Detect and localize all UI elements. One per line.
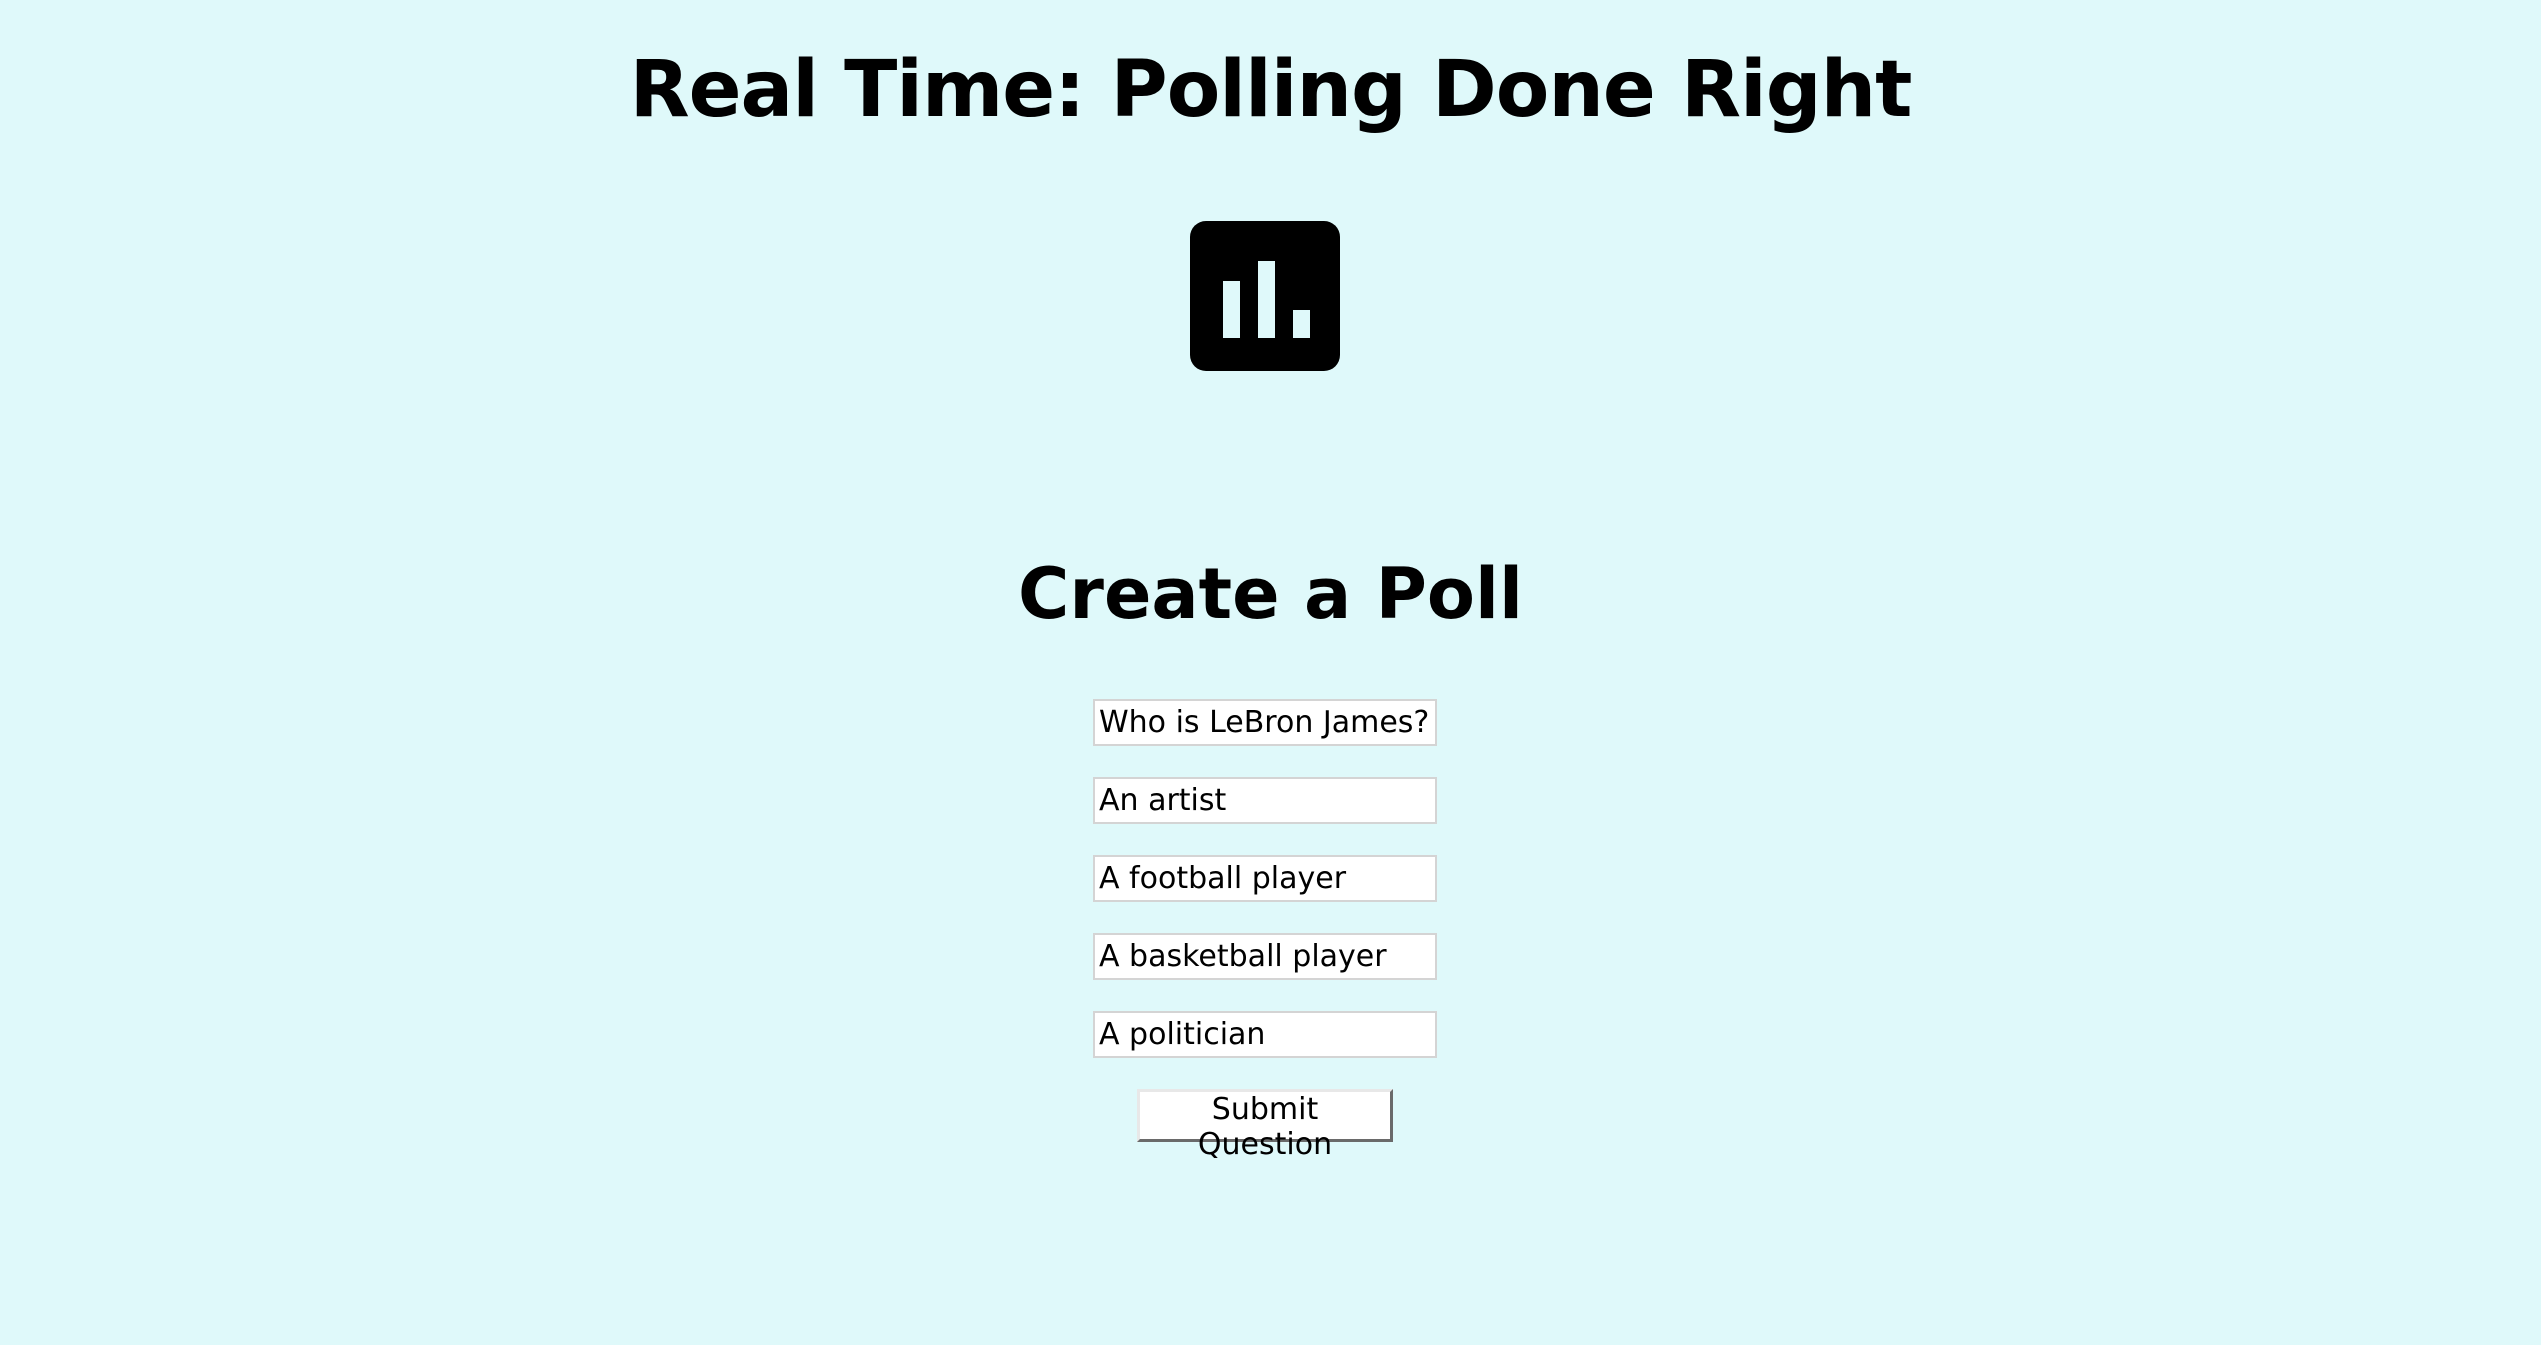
- bar-chart-icon: [1190, 221, 1340, 371]
- question-input[interactable]: [1093, 699, 1437, 746]
- logo-bar: [1258, 261, 1275, 338]
- app-title: Real Time: Polling Done Right: [629, 45, 1913, 135]
- create-poll-form: [1093, 699, 1437, 1089]
- submit-question-button[interactable]: Submit Question: [1137, 1089, 1393, 1162]
- option-input-3[interactable]: [1093, 933, 1437, 980]
- logo-bar: [1223, 281, 1240, 338]
- option-input-4[interactable]: [1093, 1011, 1437, 1058]
- option-input-2[interactable]: [1093, 855, 1437, 902]
- option-input-1[interactable]: [1093, 777, 1437, 824]
- logo-bar: [1293, 310, 1310, 338]
- create-poll-heading: Create a Poll: [1018, 553, 1523, 635]
